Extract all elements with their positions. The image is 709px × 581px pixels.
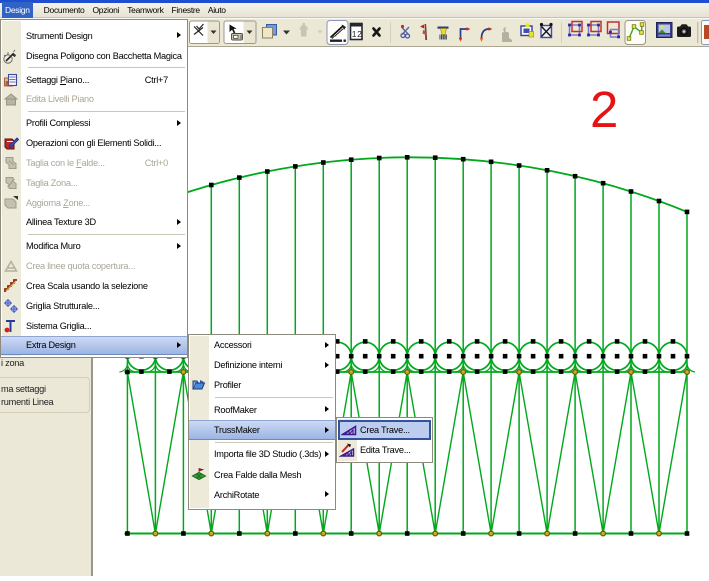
svg-text:12: 12	[352, 29, 363, 39]
